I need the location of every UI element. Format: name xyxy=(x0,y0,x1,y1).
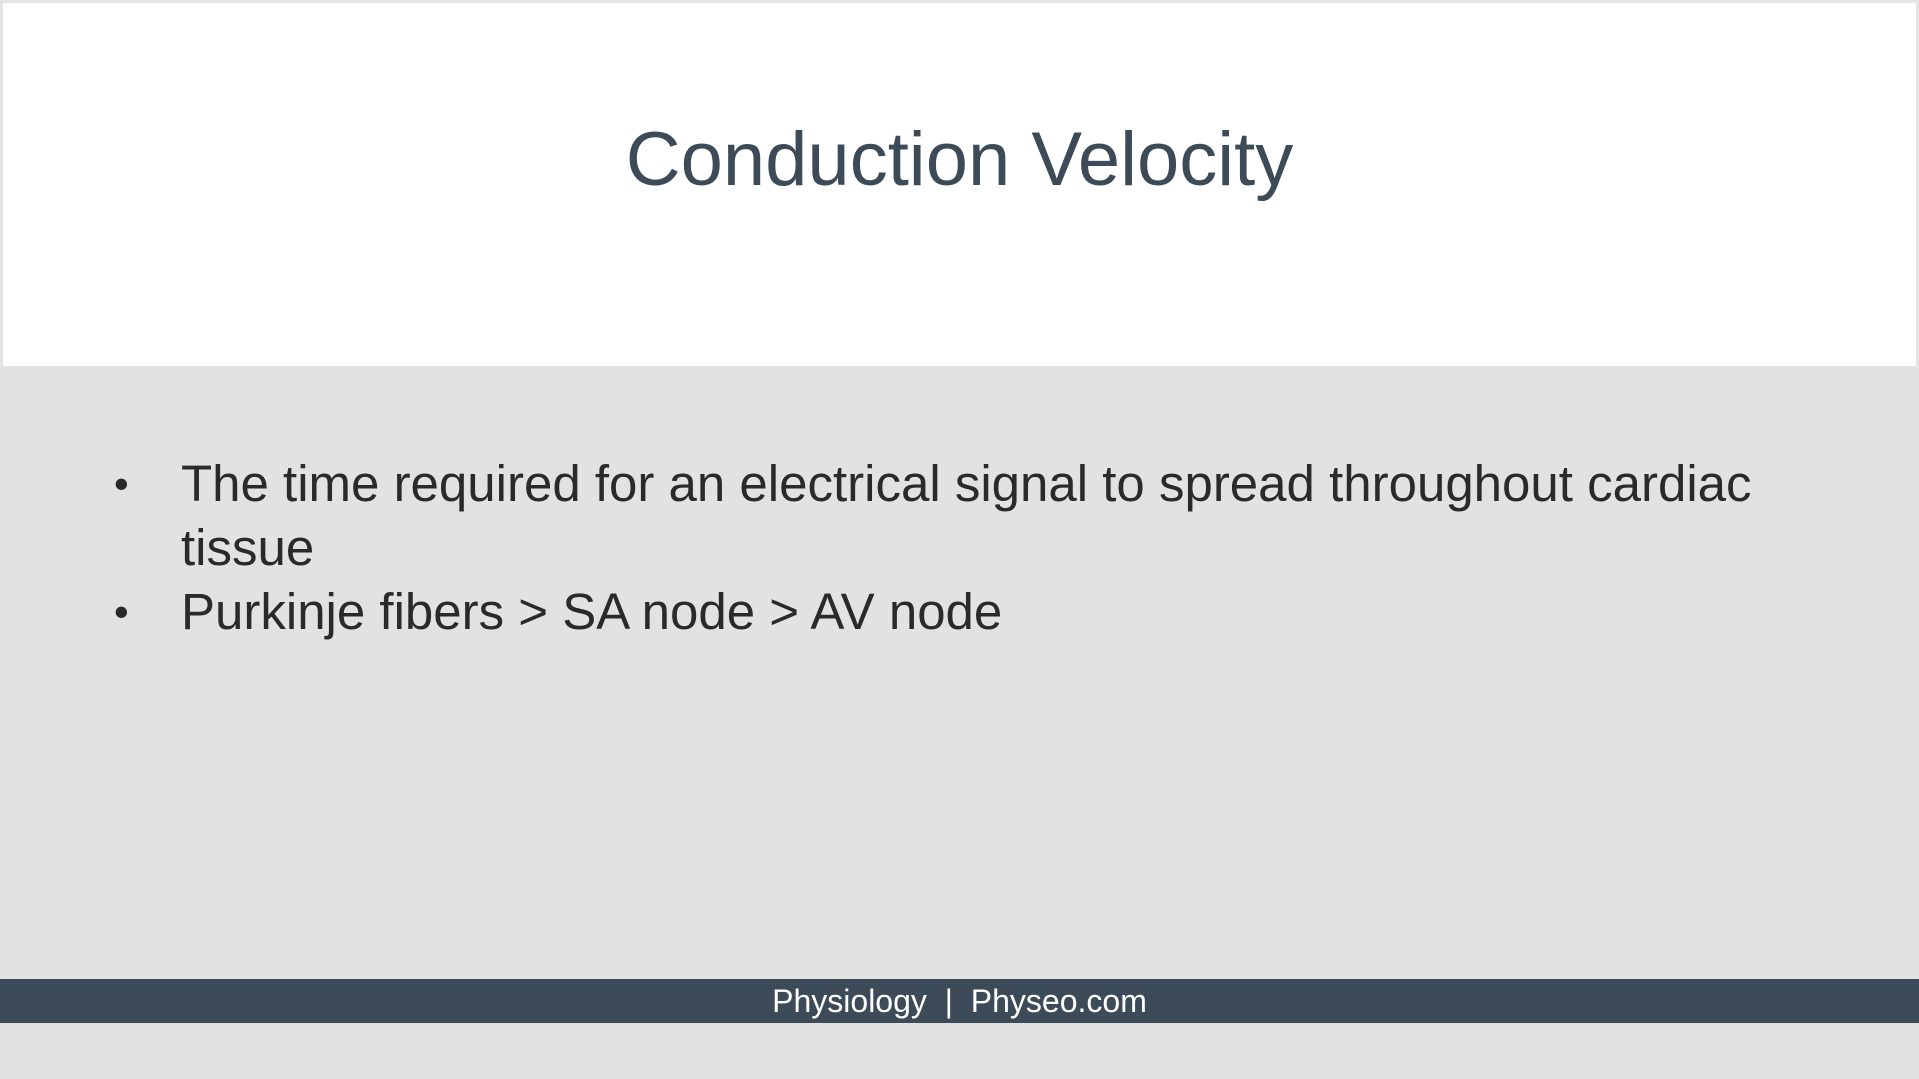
bullet-text: The time required for an electrical sign… xyxy=(181,455,1752,576)
slide: Conduction Velocity • The time required … xyxy=(0,0,1919,1079)
footer-bar: Physiology | Physeo.com xyxy=(0,979,1919,1023)
bullet-item: • The time required for an electrical si… xyxy=(108,452,1848,580)
footer-site: Physeo.com xyxy=(970,983,1147,1019)
footer-separator: | xyxy=(944,983,953,1019)
slide-title: Conduction Velocity xyxy=(625,117,1294,202)
bullet-icon: • xyxy=(114,460,129,507)
bullet-icon: • xyxy=(114,588,129,635)
bullet-text: Purkinje fibers > SA node > AV node xyxy=(181,583,1003,640)
bullet-item: • Purkinje fibers > SA node > AV node xyxy=(108,580,1848,644)
footer-subject: Physiology xyxy=(772,983,927,1019)
title-panel: Conduction Velocity xyxy=(0,0,1919,370)
bullet-list: • The time required for an electrical si… xyxy=(108,452,1848,644)
